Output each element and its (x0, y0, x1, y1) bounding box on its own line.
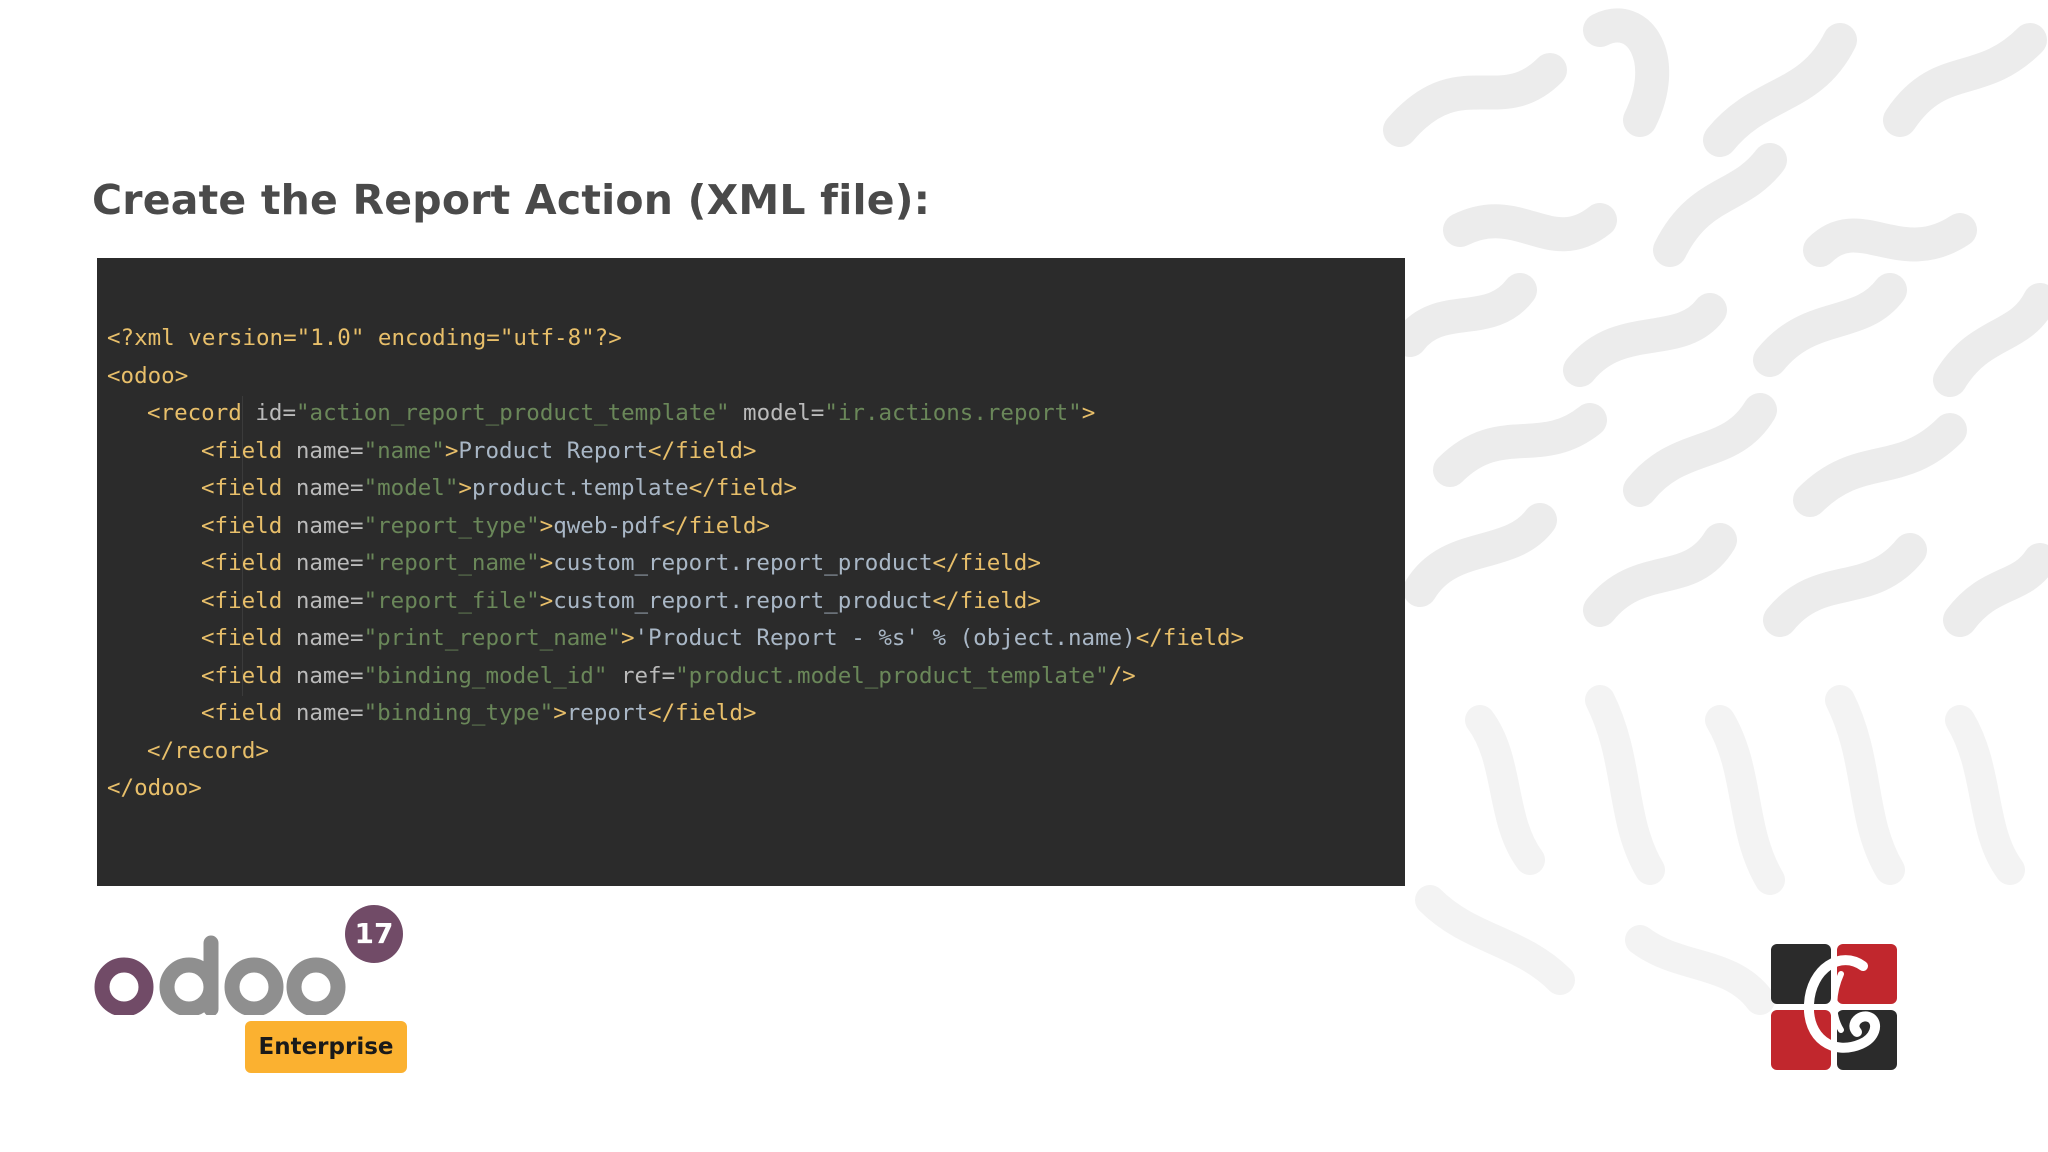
text-token: report (566, 700, 649, 726)
text-token: product.template (471, 475, 689, 501)
value-token: "report_name" (363, 550, 540, 576)
code-line: <record id="action_report_product_templa… (97, 395, 1244, 433)
attr-token: name= (295, 512, 364, 539)
code-line: <field name="name">Product Report</field… (97, 433, 1244, 471)
attr-token: name= (295, 662, 364, 689)
tag-token: </field> (688, 475, 798, 501)
code-line: <field name="report_name">custom_report.… (97, 545, 1244, 583)
code-line: <field name="print_report_name">'Product… (97, 620, 1244, 658)
value-token: "report_type" (363, 512, 540, 539)
tag-token: > (539, 550, 554, 576)
tag-token: <field (201, 512, 283, 539)
attr-token: name= (295, 437, 364, 464)
code-line: </odoo> (97, 770, 1244, 808)
code-line: <odoo> (97, 358, 1244, 396)
xml-declaration: <?xml version="1.0" encoding="utf-8"?> (107, 325, 622, 351)
tag-token: <field (201, 475, 283, 501)
record-close-tag: </record> (147, 737, 269, 764)
tag-token: <field (201, 437, 283, 464)
tag-token: /> (1108, 662, 1136, 689)
tag-token: > (553, 700, 567, 726)
tag-token: <field (201, 625, 283, 651)
attr-token: ref= (620, 662, 676, 689)
tag-token: > (539, 587, 554, 614)
tag-token: <record (147, 400, 242, 426)
code-line: <field name="binding_type">report</field… (97, 695, 1244, 733)
code-line: <?xml version="1.0" encoding="utf-8"?> (97, 320, 1244, 358)
tag-token: > (444, 437, 459, 464)
code-line: <field name="report_file">custom_report.… (97, 583, 1244, 621)
attr-token: model= (743, 400, 825, 426)
value-token: "model" (363, 475, 459, 501)
text-token: Product Report (458, 437, 649, 464)
tag-token: </field> (661, 512, 770, 539)
attr-token: name= (295, 700, 364, 726)
attr-token: name= (295, 550, 364, 576)
tag-token: </field> (648, 437, 757, 464)
value-token: "ir.actions.report" (824, 400, 1082, 426)
code-listing: <?xml version="1.0" encoding="utf-8"?> <… (97, 320, 1244, 808)
tag-token: </field> (932, 587, 1041, 614)
tag-token: > (458, 475, 472, 501)
tag-token: <field (201, 662, 283, 689)
attr-token: name= (295, 587, 364, 614)
tag-token: </field> (648, 700, 757, 726)
code-line: <field name="model">product.template</fi… (97, 470, 1244, 508)
code-line: <field name="binding_model_id" ref="prod… (97, 658, 1244, 696)
text-token: 'Product Report - %s' % (object.name) (634, 625, 1136, 651)
value-token: "print_report_name" (363, 625, 621, 651)
tag-token: <field (201, 700, 283, 726)
value-token: "binding_type" (363, 700, 554, 726)
tag-token: <field (201, 587, 283, 614)
tag-token: <field (201, 550, 283, 576)
version-badge: 17 (345, 905, 403, 963)
odoo-logo: 17 Enterprise (94, 905, 424, 1075)
decorative-squiggle-pattern (1340, 0, 2048, 1152)
attr-token: name= (295, 625, 364, 651)
value-token: "report_file" (363, 587, 540, 614)
text-token: qweb-pdf (553, 512, 662, 539)
odoo-wordmark-icon (94, 935, 346, 1015)
attr-token: name= (295, 475, 364, 501)
tag-token: > (539, 512, 554, 539)
value-token: "binding_model_id" (363, 662, 608, 689)
tag-token: </field> (1135, 625, 1245, 651)
company-logo-icon (1771, 944, 1897, 1070)
odoo-open-tag: <odoo> (107, 362, 189, 389)
text-token: custom_report.report_product (553, 587, 933, 614)
tag-token: > (620, 625, 635, 651)
tag-token: > (1081, 400, 1096, 426)
value-token: "name" (363, 437, 445, 464)
code-line: </record> (97, 733, 1244, 771)
tag-token: </field> (932, 550, 1041, 576)
code-line: <field name="report_type">qweb-pdf</fiel… (97, 508, 1244, 546)
page-title: Create the Report Action (XML file): (92, 176, 931, 224)
value-token: "action_report_product_template" (296, 400, 730, 426)
code-block: <?xml version="1.0" encoding="utf-8"?> <… (97, 258, 1405, 886)
enterprise-badge: Enterprise (245, 1021, 407, 1073)
odoo-close-tag: </odoo> (107, 775, 202, 801)
value-token: "product.model_product_template" (675, 662, 1109, 689)
attr-token: id= (255, 400, 297, 426)
text-token: custom_report.report_product (553, 550, 933, 576)
